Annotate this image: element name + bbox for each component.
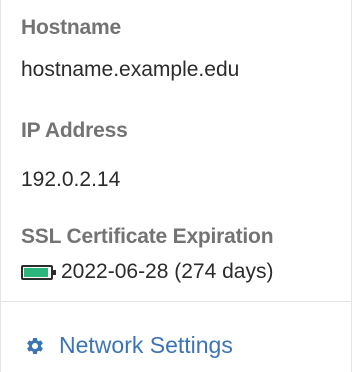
network-settings-link[interactable]: Network Settings <box>25 332 233 359</box>
network-settings-label: Network Settings <box>59 332 233 358</box>
ssl-expiration-value: 2022-06-28 (274 days) <box>61 260 274 283</box>
card-footer: Network Settings <box>1 302 351 372</box>
ip-address-label: IP Address <box>21 119 128 142</box>
ssl-expiration-label: SSL Certificate Expiration <box>21 225 274 248</box>
battery-full-icon <box>21 264 56 280</box>
system-info-card: Hostname hostname.example.edu IP Address… <box>0 0 352 372</box>
hostname-label: Hostname <box>21 16 121 39</box>
hostname-value: hostname.example.edu <box>21 58 240 81</box>
ssl-expiration-row: 2022-06-28 (274 days) <box>21 260 273 284</box>
ip-address-value: 192.0.2.14 <box>21 168 121 191</box>
system-info-body: Hostname hostname.example.edu IP Address… <box>1 0 351 301</box>
gear-icon <box>27 337 43 354</box>
